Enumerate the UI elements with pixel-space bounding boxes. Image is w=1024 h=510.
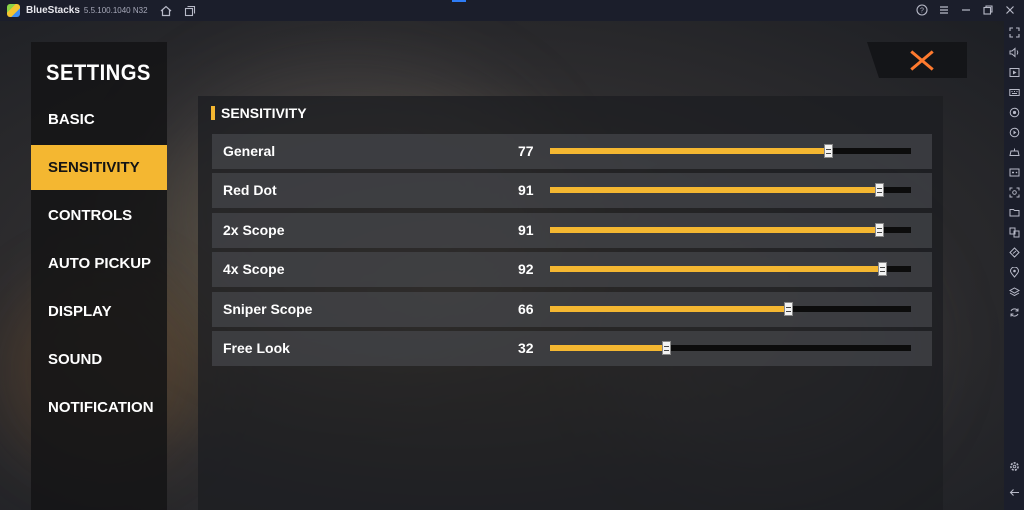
replay-icon[interactable] bbox=[1006, 124, 1022, 140]
menu-item-sensitivity[interactable]: SENSITIVITY bbox=[31, 145, 167, 190]
slider-value: 77 bbox=[518, 143, 534, 159]
slider-label: 2x Scope bbox=[223, 222, 285, 238]
slider-fill bbox=[550, 187, 879, 193]
slider-handle[interactable] bbox=[875, 223, 884, 237]
bluestacks-logo bbox=[7, 4, 20, 17]
slider-label: 4x Scope bbox=[223, 261, 285, 277]
slider-label: Free Look bbox=[223, 340, 290, 356]
slider-track[interactable] bbox=[550, 144, 911, 158]
slider-row-general: General 77 bbox=[212, 134, 932, 169]
settings-title: SETTINGS bbox=[46, 60, 151, 85]
slider-value: 92 bbox=[518, 261, 534, 277]
stack-icon[interactable] bbox=[1006, 284, 1022, 300]
slider-fill bbox=[550, 345, 666, 351]
menu-item-sound[interactable]: SOUND bbox=[31, 337, 167, 382]
media-icon[interactable] bbox=[1006, 64, 1022, 80]
menu-item-controls[interactable]: CONTROLS bbox=[31, 193, 167, 238]
bluestacks-sidebar bbox=[1004, 21, 1024, 510]
slider-value: 32 bbox=[518, 340, 534, 356]
slider-handle[interactable] bbox=[784, 302, 793, 316]
menu-item-auto-pickup[interactable]: AUTO PICKUP bbox=[31, 241, 167, 286]
volume-icon[interactable] bbox=[1006, 44, 1022, 60]
slider-handle[interactable] bbox=[875, 183, 884, 197]
sensitivity-panel: SENSITIVITY General 77 Red Dot 91 2x Sco… bbox=[198, 96, 943, 510]
slider-fill bbox=[550, 266, 882, 272]
slider-row-4x-scope: 4x Scope 92 bbox=[212, 252, 932, 287]
home-icon[interactable] bbox=[158, 3, 174, 19]
slider-row-red-dot: Red Dot 91 bbox=[212, 173, 932, 208]
eco-icon[interactable] bbox=[1006, 244, 1022, 260]
screenshot-icon[interactable] bbox=[1006, 184, 1022, 200]
active-tab-indicator bbox=[452, 0, 466, 2]
menu-item-display[interactable]: DISPLAY bbox=[31, 289, 167, 334]
section-marker bbox=[211, 106, 215, 120]
slider-track[interactable] bbox=[550, 223, 911, 237]
slider-label: Sniper Scope bbox=[223, 301, 313, 317]
slider-fill bbox=[550, 148, 828, 154]
slider-fill bbox=[550, 227, 879, 233]
slider-row-2x-scope: 2x Scope 91 bbox=[212, 213, 932, 248]
layers-icon[interactable] bbox=[182, 3, 198, 19]
settings-menu: SETTINGS BASIC SENSITIVITY CONTROLS AUTO… bbox=[31, 42, 167, 510]
slider-track[interactable] bbox=[550, 341, 911, 355]
slider-track[interactable] bbox=[550, 262, 911, 276]
slider-fill bbox=[550, 306, 788, 312]
multi-instance-icon[interactable] bbox=[1006, 224, 1022, 240]
slider-value: 66 bbox=[518, 301, 534, 317]
fullscreen-icon[interactable] bbox=[1006, 24, 1022, 40]
slider-track[interactable] bbox=[550, 302, 911, 316]
game-viewport: SETTINGS BASIC SENSITIVITY CONTROLS AUTO… bbox=[0, 21, 1004, 510]
slider-label: General bbox=[223, 143, 276, 159]
menu-item-notification[interactable]: NOTIFICATION bbox=[31, 385, 167, 430]
title-bar: BlueStacks 5.5.100.1040 N32 ? bbox=[0, 0, 1024, 21]
slider-handle[interactable] bbox=[662, 341, 671, 355]
record-icon[interactable] bbox=[1006, 104, 1022, 120]
folder-icon[interactable] bbox=[1006, 204, 1022, 220]
gamepad-icon[interactable] bbox=[1006, 144, 1022, 160]
svg-text:?: ? bbox=[920, 8, 924, 15]
slider-row-sniper-scope: Sniper Scope 66 bbox=[212, 292, 932, 327]
slider-track[interactable] bbox=[550, 183, 911, 197]
sync-icon[interactable] bbox=[1006, 304, 1022, 320]
keyboard-icon[interactable] bbox=[1006, 84, 1022, 100]
menu-icon[interactable] bbox=[936, 2, 952, 18]
help-icon[interactable]: ? bbox=[914, 2, 930, 18]
slider-row-free-look: Free Look 32 bbox=[212, 331, 932, 366]
app-name: BlueStacks bbox=[26, 5, 80, 16]
slider-value: 91 bbox=[518, 182, 534, 198]
app-version: 5.5.100.1040 N32 bbox=[83, 6, 148, 15]
back-icon[interactable] bbox=[1006, 484, 1022, 500]
close-window-icon[interactable] bbox=[1002, 2, 1018, 18]
settings-icon[interactable] bbox=[1006, 458, 1022, 474]
menu-item-basic[interactable]: BASIC bbox=[31, 97, 167, 142]
section-title: SENSITIVITY bbox=[221, 105, 307, 121]
slider-handle[interactable] bbox=[824, 144, 833, 158]
slider-label: Red Dot bbox=[223, 182, 277, 198]
slider-value: 91 bbox=[518, 222, 534, 238]
location-icon[interactable] bbox=[1006, 264, 1022, 280]
close-icon[interactable] bbox=[906, 47, 938, 75]
restore-icon[interactable] bbox=[980, 2, 996, 18]
controls-icon[interactable] bbox=[1006, 164, 1022, 180]
slider-handle[interactable] bbox=[878, 262, 887, 276]
minimize-icon[interactable] bbox=[958, 2, 974, 18]
